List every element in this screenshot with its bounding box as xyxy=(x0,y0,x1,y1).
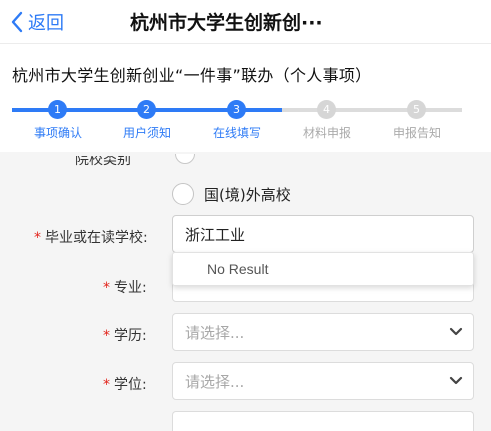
degree-field-label: * 学位: xyxy=(103,374,147,394)
required-mark: * xyxy=(34,230,41,246)
major-label-text: 专业: xyxy=(114,280,147,296)
nav-bar: 返回 杭州市大学生创新创··· xyxy=(0,0,491,44)
no-result-text: No Result xyxy=(207,261,269,277)
step-3-dot: 3 xyxy=(227,100,246,119)
next-field-input[interactable] xyxy=(172,411,474,431)
school-input-value: 浙江工业 xyxy=(185,225,246,244)
degree-select[interactable]: 请选择... xyxy=(172,362,474,400)
degree-label-text: 学位: xyxy=(114,377,147,393)
major-field-label: * 专业: xyxy=(103,277,147,297)
required-mark: * xyxy=(103,377,110,393)
radio-option-label: 国(境)外高校 xyxy=(204,185,291,204)
step-1-label: 事项确认 xyxy=(33,126,83,140)
back-label: 返回 xyxy=(28,13,64,34)
nav-title: 杭州市大学生创新创··· xyxy=(130,12,323,34)
school-suggestion-dropdown: No Result xyxy=(172,252,474,286)
education-placeholder: 请选择... xyxy=(185,323,245,342)
chevron-down-icon xyxy=(449,376,463,385)
step-1-dot: 1 xyxy=(48,100,67,119)
radio-option-above[interactable] xyxy=(175,154,195,166)
progress-stepper: 1 2 3 4 5 事项确认 用户须知 在线填写 材料申报 申报告知 xyxy=(0,92,491,150)
step-5-dot: 5 xyxy=(407,100,426,119)
stepper-track-pending xyxy=(282,108,462,112)
step-4-label: 材料申报 xyxy=(302,126,352,140)
education-select[interactable]: 请选择... xyxy=(172,313,474,351)
radio-circle[interactable] xyxy=(172,183,194,205)
required-mark: * xyxy=(103,328,110,344)
school-input[interactable]: 浙江工业 xyxy=(172,215,474,253)
chevron-left-icon xyxy=(11,11,23,33)
education-field-label: * 学历: xyxy=(103,325,147,345)
required-mark: * xyxy=(103,280,110,296)
school-field-label: * 毕业或在读学校: xyxy=(34,227,148,247)
school-label-text: 毕业或在读学校: xyxy=(45,230,148,246)
chevron-down-icon xyxy=(449,327,463,336)
radio-option-foreign-school[interactable]: 国(境)外高校 xyxy=(172,183,291,205)
step-2-label: 用户须知 xyxy=(122,126,172,140)
degree-placeholder: 请选择... xyxy=(185,372,245,391)
page-heading: 杭州市大学生创新创业“一件事”联办（个人事项） xyxy=(12,66,372,85)
step-5-label: 申报告知 xyxy=(392,126,442,140)
education-label-text: 学历: xyxy=(114,328,147,344)
step-4-dot: 4 xyxy=(317,100,336,119)
step-2-dot: 2 xyxy=(137,100,156,119)
school-type-label: 院校类别 xyxy=(75,156,131,168)
back-button[interactable]: 返回 xyxy=(10,7,64,37)
step-3-label: 在线填写 xyxy=(212,126,262,140)
